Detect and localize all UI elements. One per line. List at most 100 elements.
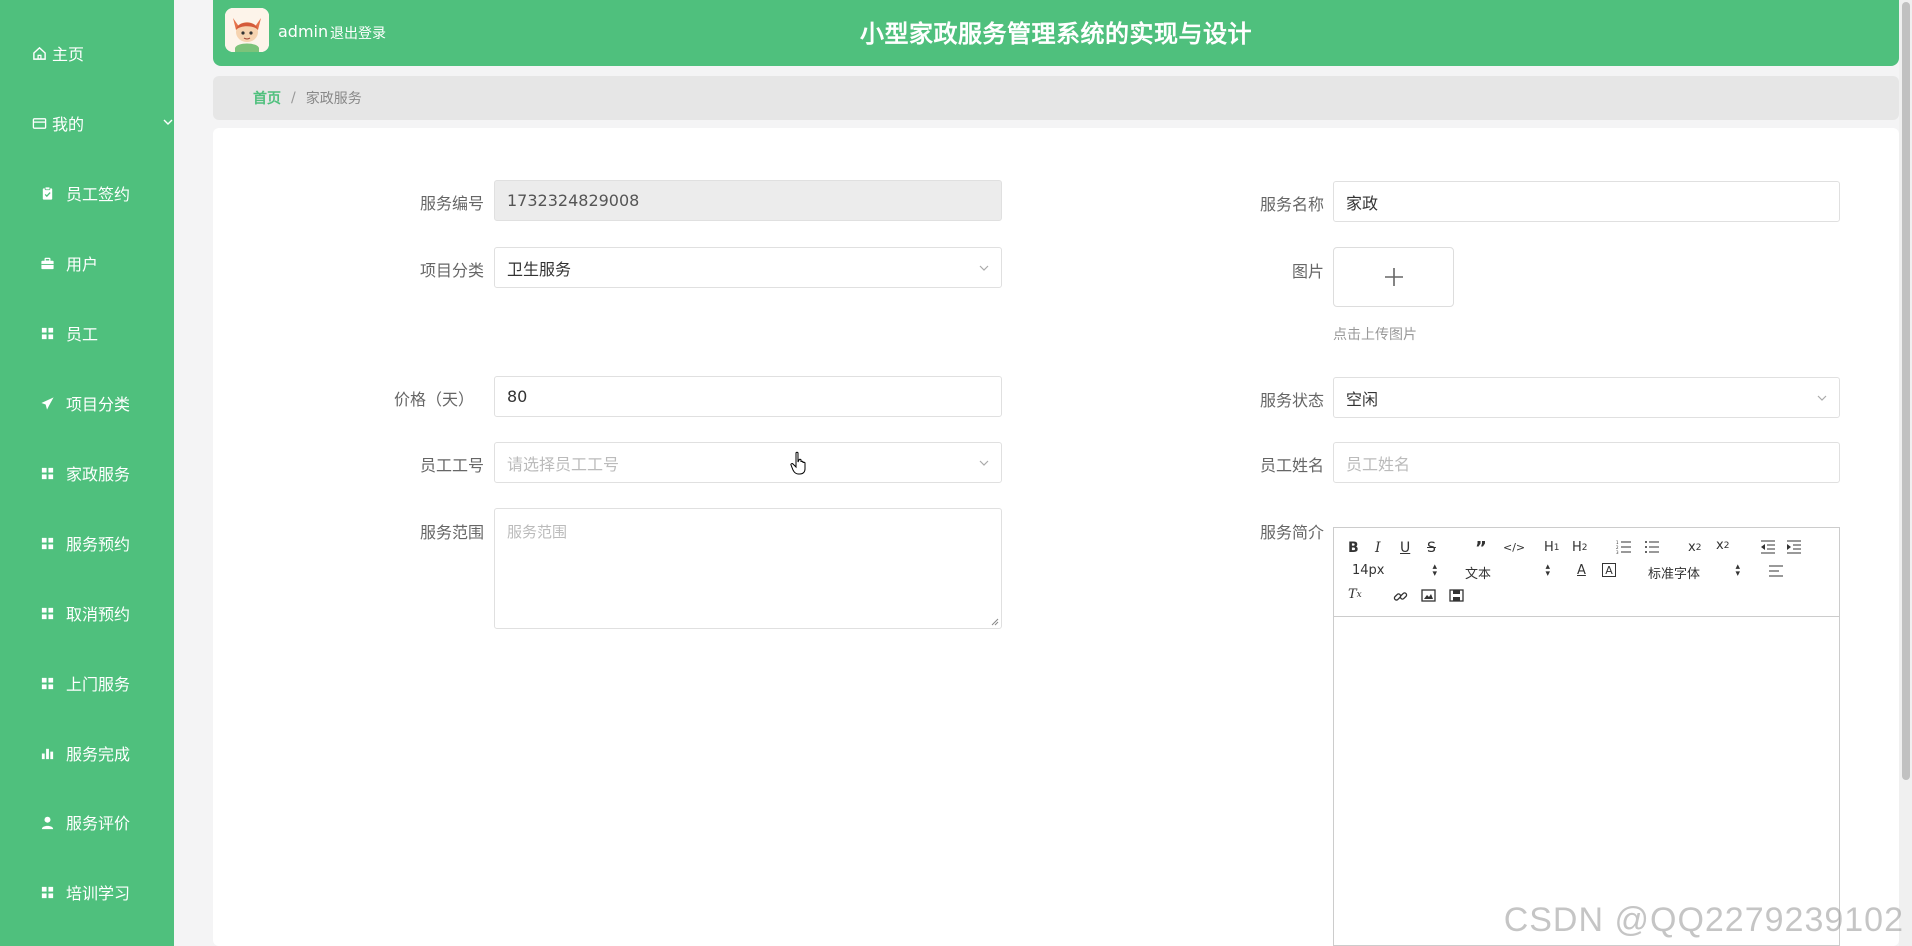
font-family-value: 标准字体 <box>1648 567 1701 582</box>
chevron-down-icon <box>979 460 989 466</box>
staff-name-placeholder: 员工姓名 <box>1346 454 1411 474</box>
sidebar-item-service-done[interactable]: 服务完成 <box>0 735 212 771</box>
sidebar-item-label: 取消预约 <box>66 605 131 624</box>
watermark: CSDN @QQ2279239102 <box>1503 901 1904 939</box>
staff-name-input[interactable]: 员工姓名 <box>1333 442 1840 483</box>
underline-button[interactable]: U <box>1400 540 1410 556</box>
intro-label: 服务简介 <box>1259 523 1324 542</box>
block-type-value: 文本 <box>1465 567 1492 582</box>
hand-cursor-icon <box>790 451 806 475</box>
sidebar-item-booking[interactable]: 服务预约 <box>0 525 212 561</box>
link-icon[interactable] <box>1393 589 1408 604</box>
rich-text-editor: B I U S ” </> H1 H2 123 x2 x2 14px ▴ ▾ 文本… <box>1333 527 1840 946</box>
font-size-value: 14px <box>1352 563 1385 578</box>
sidebar: 主页 我的 员工签约 用户 员工 项目分类 家政服务 服务预约 取消预约 上门服… <box>0 0 174 946</box>
sidebar-item-label: 服务评价 <box>66 814 131 833</box>
sidebar-item-housekeeping[interactable]: 家政服务 <box>0 455 212 491</box>
font-size-select[interactable]: 14px ▴ ▾ <box>1352 563 1437 579</box>
bullet-list-icon[interactable] <box>1644 540 1660 554</box>
clear-format-button[interactable]: Tx <box>1348 587 1362 602</box>
price-input[interactable]: 80 <box>494 376 1002 417</box>
service-name-input[interactable]: 家政 <box>1333 181 1840 222</box>
video-icon[interactable] <box>1449 589 1464 602</box>
sidebar-item-home-service[interactable]: 上门服务 <box>0 665 212 701</box>
editor-content-area[interactable] <box>1334 617 1839 945</box>
image-upload-button[interactable] <box>1333 247 1454 307</box>
status-select[interactable]: 空闲 <box>1333 377 1840 418</box>
select-arrows-icon: ▴ ▾ <box>1432 562 1437 579</box>
status-label: 服务状态 <box>1259 391 1324 410</box>
price-label: 价格（天） <box>393 390 474 409</box>
breadcrumb-home-link[interactable]: 首页 <box>253 88 281 108</box>
sidebar-item-label: 员工签约 <box>66 185 131 204</box>
top-header: admin 退出登录 小型家政服务管理系统的实现与设计 <box>213 0 1899 66</box>
font-color-button[interactable]: A <box>1577 563 1586 578</box>
font-family-select[interactable]: 标准字体 ▴ ▾ <box>1648 563 1740 583</box>
price-value: 80 <box>507 387 528 406</box>
breadcrumb-separator: / <box>291 90 296 106</box>
ordered-list-icon[interactable]: 123 <box>1616 540 1632 554</box>
indent-icon[interactable] <box>1786 540 1802 554</box>
sidebar-item-label: 上门服务 <box>66 675 131 694</box>
sidebar-item-training[interactable]: 培训学习 <box>0 874 212 910</box>
superscript-button[interactable]: x2 <box>1716 538 1729 553</box>
strike-button[interactable]: S <box>1427 540 1436 556</box>
home-icon <box>30 44 48 62</box>
grid-icon <box>38 883 56 901</box>
plus-icon <box>1384 268 1403 286</box>
scope-label: 服务范围 <box>419 523 484 542</box>
grid-icon <box>38 464 56 482</box>
service-name-value: 家政 <box>1346 193 1379 213</box>
service-no-label: 服务编号 <box>419 194 484 213</box>
sidebar-item-label: 员工 <box>66 325 99 344</box>
image-icon[interactable] <box>1421 589 1436 602</box>
sidebar-item-review[interactable]: 服务评价 <box>0 804 212 840</box>
align-icon[interactable] <box>1768 565 1784 577</box>
service-no-input[interactable]: 1732324829008 <box>494 180 1002 221</box>
sidebar-item-label: 家政服务 <box>66 465 131 484</box>
user-icon <box>38 813 56 831</box>
blockquote-button[interactable]: ” <box>1475 538 1487 559</box>
sidebar-item-staff[interactable]: 员工 <box>0 315 212 351</box>
background-color-button[interactable]: A <box>1602 563 1616 577</box>
service-no-value: 1732324829008 <box>507 191 640 210</box>
sidebar-item-staff-contract[interactable]: 员工签约 <box>0 175 212 211</box>
sidebar-item-category[interactable]: 项目分类 <box>0 385 212 421</box>
svg-text:3: 3 <box>1616 550 1619 554</box>
code-block-button[interactable]: </> <box>1503 541 1525 554</box>
service-name-label: 服务名称 <box>1259 195 1324 214</box>
sidebar-item-label: 培训学习 <box>66 884 131 903</box>
select-arrows-icon: ▴ ▾ <box>1545 562 1550 579</box>
sidebar-item-users[interactable]: 用户 <box>0 245 212 281</box>
scrollbar-thumb[interactable] <box>1902 2 1910 780</box>
h1-button[interactable]: H1 <box>1544 540 1560 555</box>
chevron-down-icon <box>1817 395 1827 401</box>
scope-textarea[interactable]: 服务范围 <box>494 508 1002 629</box>
bar-chart-icon <box>38 744 56 762</box>
resize-handle-icon[interactable] <box>991 618 999 626</box>
block-type-select[interactable]: 文本 ▴ ▾ <box>1465 562 1550 583</box>
breadcrumb: 首页 / 家政服务 <box>213 76 1899 120</box>
sidebar-item-label: 服务完成 <box>66 745 131 764</box>
breadcrumb-current: 家政服务 <box>305 91 362 107</box>
italic-button[interactable]: I <box>1375 540 1381 556</box>
sidebar-item-mine[interactable]: 我的 <box>0 105 204 141</box>
category-label: 项目分类 <box>419 261 484 280</box>
sidebar-item-label: 我的 <box>52 115 85 134</box>
sidebar-item-home[interactable]: 主页 <box>0 35 204 71</box>
subscript-button[interactable]: x2 <box>1688 540 1701 555</box>
category-select[interactable]: 卫生服务 <box>494 247 1002 288</box>
image-label: 图片 <box>1291 262 1324 281</box>
staff-no-placeholder: 请选择员工工号 <box>507 454 620 474</box>
h2-button[interactable]: H2 <box>1572 540 1588 555</box>
staff-no-select[interactable]: 请选择员工工号 <box>494 442 1002 483</box>
grid-icon <box>38 324 56 342</box>
sidebar-item-cancel-booking[interactable]: 取消预约 <box>0 595 212 631</box>
scope-placeholder: 服务范围 <box>507 523 568 541</box>
outdent-icon[interactable] <box>1760 540 1776 554</box>
card-icon <box>30 114 48 132</box>
staff-name-label: 员工姓名 <box>1259 456 1324 475</box>
clipboard-icon <box>38 184 56 202</box>
staff-no-label: 员工工号 <box>419 456 484 475</box>
bold-button[interactable]: B <box>1348 540 1359 556</box>
